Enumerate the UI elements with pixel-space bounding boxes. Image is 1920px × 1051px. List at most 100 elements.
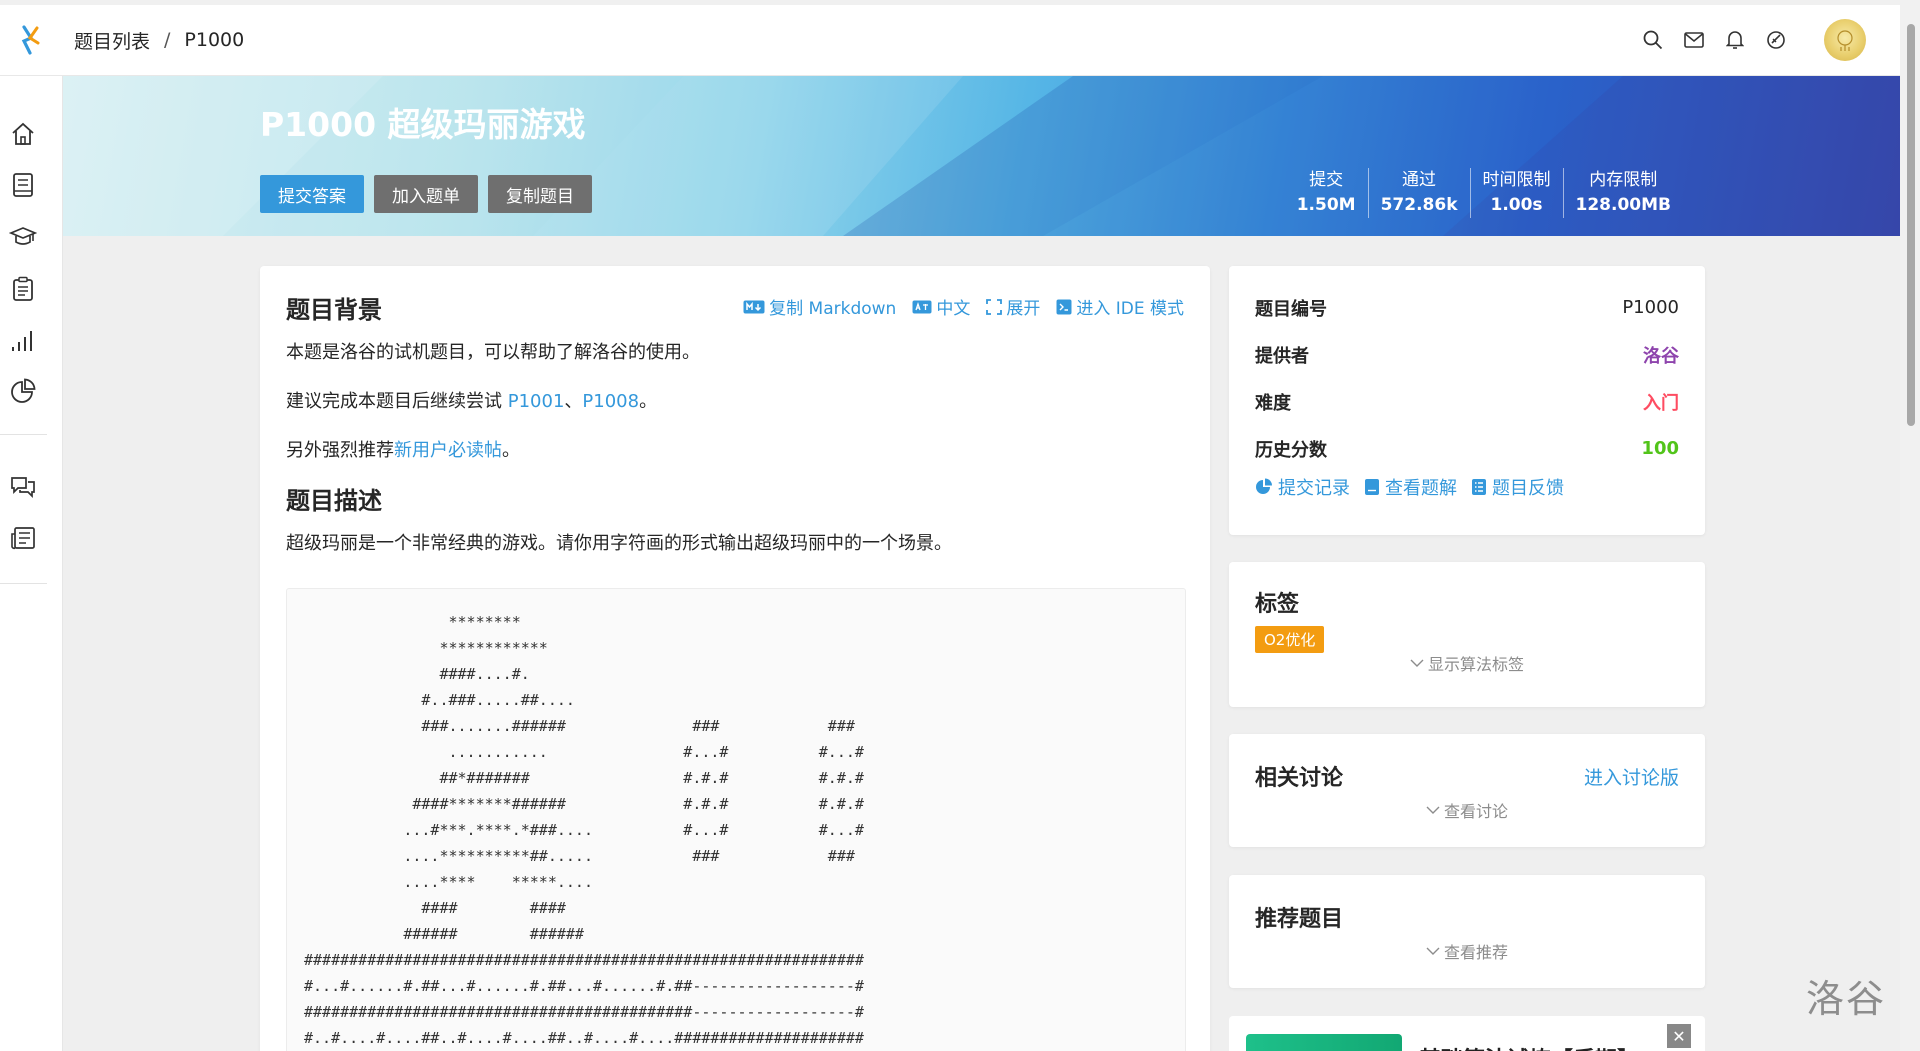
view-solutions-link[interactable]: 查看题解 xyxy=(1364,474,1457,500)
stat-value: 128.00MB xyxy=(1575,195,1671,215)
background-paragraph-3: 另外强烈推荐新用户必读帖。 xyxy=(286,437,1184,465)
info-key: 提供者 xyxy=(1255,345,1309,367)
clipboard-icon[interactable] xyxy=(8,274,38,304)
paragraph-text: 。 xyxy=(639,391,658,412)
luogu-watermark: 洛谷 xyxy=(1806,977,1887,1021)
stat-label: 提交 xyxy=(1309,170,1344,190)
check-in-icon[interactable] xyxy=(1765,29,1787,51)
copy-markdown-label: 复制 Markdown xyxy=(769,299,897,319)
ranking-bars-icon[interactable] xyxy=(8,326,38,356)
expand-label: 展开 xyxy=(1006,299,1041,319)
info-links: 提交记录 查看题解 题目反馈 xyxy=(1255,474,1679,500)
home-icon[interactable] xyxy=(8,119,38,149)
stat-accepted: 通过 572.86k xyxy=(1367,168,1470,218)
problem-actions: 提交答案 加入题单 复制题目 xyxy=(260,175,592,213)
mail-icon[interactable] xyxy=(1683,29,1705,51)
paragraph-text: 。 xyxy=(502,440,520,461)
view-discussion-label: 查看讨论 xyxy=(1443,802,1508,821)
problem-feedback-link[interactable]: 题目反馈 xyxy=(1471,474,1564,500)
advertisement-card[interactable]: 基础算法试炼【后期】 ✕ xyxy=(1229,1016,1705,1051)
luogu-logo[interactable] xyxy=(8,17,54,63)
tag-o2-optimization[interactable]: O2优化 xyxy=(1255,626,1325,653)
link-p1008[interactable]: P1008 xyxy=(582,391,639,412)
view-discussion-toggle[interactable]: 查看讨论 xyxy=(1255,798,1679,822)
description-section-title: 题目描述 xyxy=(286,487,382,515)
breadcrumb-problem-list[interactable]: 题目列表 xyxy=(74,27,150,54)
search-icon[interactable] xyxy=(1642,29,1664,51)
problem-id-value: P1000 xyxy=(1622,297,1679,318)
difficulty-value: 入门 xyxy=(1643,392,1679,414)
submission-records-label: 提交记录 xyxy=(1278,478,1350,499)
description-paragraph: 超级玛丽是一个非常经典的游戏。请你用字符画的形式输出超级玛丽中的一个场景。 xyxy=(286,533,952,554)
stat-label: 时间限制 xyxy=(1482,170,1551,190)
top-navbar: 题目列表 / P1000 xyxy=(0,0,1900,76)
add-to-list-button[interactable]: 加入题单 xyxy=(374,175,478,213)
user-avatar[interactable] xyxy=(1824,19,1866,61)
ide-mode-button[interactable]: 进入 IDE 模式 xyxy=(1056,294,1184,319)
discussion-card: 相关讨论 进入讨论版 查看讨论 xyxy=(1229,734,1705,847)
stat-label: 内存限制 xyxy=(1589,170,1658,190)
paragraph-text: 、 xyxy=(564,391,583,412)
page-scrollbar[interactable] xyxy=(1900,0,1920,1051)
sidebar-divider xyxy=(0,434,47,435)
submission-records-link[interactable]: 提交记录 xyxy=(1255,474,1350,500)
info-row-provider: 提供者 洛谷 xyxy=(1255,331,1679,378)
link-newbie-guide[interactable]: 新用户必读帖 xyxy=(394,440,502,461)
breadcrumb-current: P1000 xyxy=(184,29,245,51)
list-icon xyxy=(1472,479,1486,495)
copy-problem-button[interactable]: 复制题目 xyxy=(488,175,592,213)
paragraph-text: 另外强烈推荐 xyxy=(286,440,394,461)
pie-chart-icon xyxy=(1256,478,1272,494)
breadcrumb: 题目列表 / P1000 xyxy=(74,27,244,54)
language-label: 中文 xyxy=(936,299,971,319)
paragraph-text: 建议完成本题目后继续尝试 xyxy=(286,391,508,412)
scrollbar-thumb[interactable] xyxy=(1907,24,1915,426)
tags-card: 标签 O2优化 显示算法标签 xyxy=(1229,562,1705,707)
copy-markdown-button[interactable]: 复制 Markdown xyxy=(743,294,896,319)
stat-submissions: 提交 1.50M xyxy=(1285,168,1368,218)
sample-output-code: ******** ************ ####....#. #..###.… xyxy=(286,588,1186,1051)
show-algorithm-tags-toggle[interactable]: 显示算法标签 xyxy=(1255,651,1679,675)
news-icon[interactable] xyxy=(8,523,38,553)
info-key: 难度 xyxy=(1255,392,1291,414)
content-toolbar: 复制 Markdown 中文 展开 进入 IDE 模式 xyxy=(743,294,1184,319)
chevron-down-icon xyxy=(1426,947,1440,955)
stat-label: 通过 xyxy=(1402,170,1437,190)
language-toggle-button[interactable]: 中文 xyxy=(912,294,970,319)
top-actions xyxy=(1642,19,1866,61)
problem-book-icon[interactable] xyxy=(8,170,38,200)
info-row-history-score: 历史分数 100 xyxy=(1255,425,1679,472)
discussion-header: 相关讨论 进入讨论版 xyxy=(1255,760,1679,792)
bell-icon[interactable] xyxy=(1724,29,1746,51)
graduation-cap-icon[interactable] xyxy=(8,222,38,252)
sidebar xyxy=(0,76,63,1051)
discussion-title: 相关讨论 xyxy=(1255,766,1344,791)
info-row-difficulty: 难度 入门 xyxy=(1255,378,1679,425)
ad-close-button[interactable]: ✕ xyxy=(1667,1024,1691,1048)
translate-icon xyxy=(912,300,932,313)
info-key: 题目编号 xyxy=(1255,298,1327,320)
book-icon xyxy=(1365,479,1379,495)
pie-chart-icon[interactable] xyxy=(8,376,38,406)
provider-value[interactable]: 洛谷 xyxy=(1643,342,1679,368)
enter-forum-link[interactable]: 进入讨论版 xyxy=(1584,763,1679,790)
submit-answer-button[interactable]: 提交答案 xyxy=(260,175,364,213)
markdown-icon xyxy=(743,300,765,313)
problem-title: P1000 超级玛丽游戏 xyxy=(260,105,586,144)
recommend-card: 推荐题目 查看推荐 xyxy=(1229,875,1705,988)
discussion-icon[interactable] xyxy=(8,472,38,502)
expand-button[interactable]: 展开 xyxy=(986,294,1040,319)
background-paragraph-1: 本题是洛谷的试机题目，可以帮助了解洛谷的使用。 xyxy=(286,342,700,363)
info-row-problem-id: 题目编号 P1000 xyxy=(1255,284,1679,331)
problem-stats: 提交 1.50M 通过 572.86k 时间限制 1.00s 内存限制 128.… xyxy=(1285,168,1683,218)
stat-memory-limit: 内存限制 128.00MB xyxy=(1562,168,1683,218)
stat-time-limit: 时间限制 1.00s xyxy=(1469,168,1563,218)
ide-mode-label: 进入 IDE 模式 xyxy=(1076,299,1184,319)
problem-info-card: 题目编号 P1000 提供者 洛谷 难度 入门 历史分数 100 提交记录 查看… xyxy=(1229,266,1705,535)
link-p1001[interactable]: P1001 xyxy=(508,391,565,412)
stat-value: 1.00s xyxy=(1490,195,1543,215)
info-key: 历史分数 xyxy=(1255,439,1327,461)
recommend-title: 推荐题目 xyxy=(1255,907,1344,932)
chevron-down-icon xyxy=(1410,659,1424,667)
view-recommend-toggle[interactable]: 查看推荐 xyxy=(1255,939,1679,963)
